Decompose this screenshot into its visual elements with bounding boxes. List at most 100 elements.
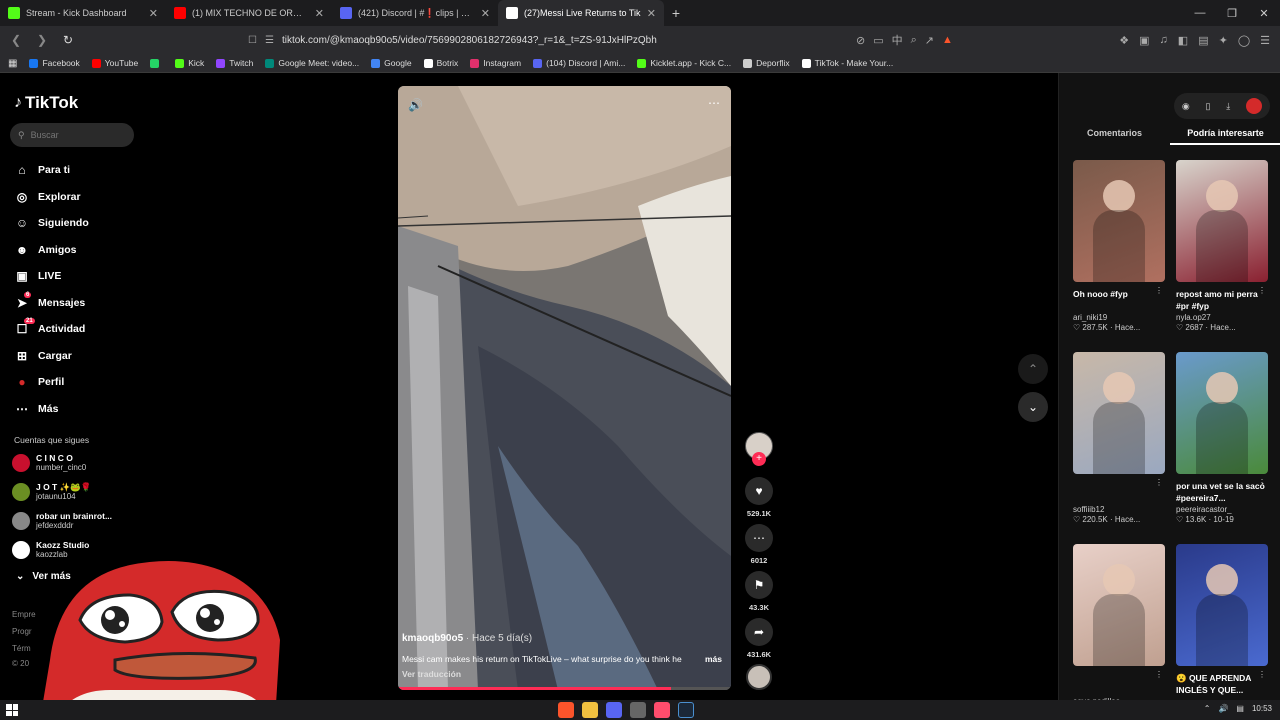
- tab-close-icon[interactable]: ✕: [315, 7, 324, 20]
- video-thumbnail[interactable]: [1073, 544, 1165, 666]
- minimize-button[interactable]: —: [1184, 0, 1216, 26]
- browser-tab[interactable]: (27)Messi Live Returns to Tik ✕: [498, 0, 664, 26]
- card-more-icon[interactable]: ⋮: [1258, 478, 1266, 487]
- bookmark-item[interactable]: Deporflix: [743, 58, 790, 68]
- video-author[interactable]: kmaoqb90o5 · Hace 5 día(s): [402, 633, 532, 644]
- comment-icon[interactable]: ⋯: [745, 524, 773, 552]
- vpn-icon[interactable]: ◯: [1238, 34, 1250, 47]
- tray-chevron-icon[interactable]: ⌃: [1204, 704, 1211, 713]
- previous-video-button[interactable]: ⌃: [1018, 354, 1048, 384]
- heart-icon[interactable]: ♥: [745, 477, 773, 505]
- profile-avatar[interactable]: [1246, 98, 1263, 114]
- card-more-icon[interactable]: ⋮: [1258, 670, 1266, 679]
- nav-item-avatar[interactable]: ● Perfil: [14, 369, 89, 396]
- translate-link[interactable]: Ver traducción: [402, 669, 461, 679]
- music-disc-icon[interactable]: [746, 664, 772, 690]
- recommended-video-card[interactable]: ⋮ soffiiib12 ♡ 220.5K · Hace...: [1073, 352, 1165, 524]
- url-text[interactable]: tiktok.com/@kmaoqb90o5/video/75699028061…: [282, 35, 657, 46]
- nav-item-user-check[interactable]: ☺ Siguiendo: [14, 210, 89, 237]
- followed-account[interactable]: J O T ✨🐸🌹 jotaunu104: [12, 482, 91, 502]
- brave-app-icon[interactable]: [558, 702, 574, 718]
- nav-item-compass[interactable]: ◎ Explorar: [14, 184, 89, 211]
- share-arrow-icon[interactable]: ➦: [745, 618, 773, 646]
- follow-plus-icon[interactable]: +: [752, 452, 766, 466]
- zoom-icon[interactable]: ⌕: [911, 34, 917, 47]
- new-tab-button[interactable]: +: [664, 5, 688, 21]
- tab-close-icon[interactable]: ✕: [481, 7, 490, 20]
- author-handle[interactable]: kmaoqb90o5: [402, 633, 463, 644]
- recommended-video-card[interactable]: ⋮ repost amo mi perra #pr #fyp nyla.op27…: [1176, 160, 1268, 332]
- recommended-video-card[interactable]: ⋮ agus.padillaa ♡ 60.8K · 11-2: [1073, 544, 1165, 716]
- more-link[interactable]: más: [705, 654, 722, 664]
- next-video-button[interactable]: ⌄: [1018, 392, 1048, 422]
- bookmark-icon[interactable]: ⚑: [745, 571, 773, 599]
- menu-icon[interactable]: ☰: [1260, 34, 1270, 47]
- obs-app-icon[interactable]: [630, 702, 646, 718]
- card-more-icon[interactable]: ⋮: [1258, 286, 1266, 295]
- discord-app-icon[interactable]: [606, 702, 622, 718]
- video-thumbnail[interactable]: [1176, 160, 1268, 282]
- video-thumbnail[interactable]: [1176, 352, 1268, 474]
- tab-close-icon[interactable]: ✕: [647, 7, 656, 20]
- compass-icon[interactable]: ◉: [1182, 101, 1190, 112]
- bookmark-item[interactable]: (104) Discord | Ami...: [533, 58, 625, 68]
- video-player[interactable]: 🔊 ⋯ kmaoqb90o5 · Hace 5 día(s) Messi cam…: [398, 86, 731, 690]
- bookmark-item[interactable]: Kicklet.app - Kick C...: [637, 58, 731, 68]
- card-more-icon[interactable]: ⋮: [1155, 286, 1163, 295]
- followed-account[interactable]: C I N C Onumber_cinc0: [12, 453, 86, 473]
- nav-item-inbox[interactable]: ☐ 21 Actividad: [14, 316, 89, 343]
- restore-button[interactable]: ❐: [1216, 0, 1248, 26]
- card-more-icon[interactable]: ⋮: [1155, 478, 1163, 487]
- save-button[interactable]: ⚑ 43.3K: [740, 571, 778, 612]
- share-icon[interactable]: ↗: [925, 34, 934, 47]
- like-button[interactable]: ♥ 529.1K: [740, 477, 778, 518]
- browser-tab[interactable]: (421) Discord | #❗clips | SAPOLIC ✕: [332, 0, 498, 26]
- followed-account[interactable]: robar un brainrot... jefdexdddr: [12, 511, 112, 531]
- brave-shield-icon[interactable]: ▲: [942, 34, 953, 46]
- nav-item-home[interactable]: ⌂ Para ti: [14, 157, 89, 184]
- browser-tab[interactable]: Stream - Kick Dashboard ✕: [0, 0, 166, 26]
- tab-podria-interesarte[interactable]: Podría interesarte: [1170, 125, 1280, 145]
- bookmark-item[interactable]: [150, 58, 163, 68]
- valorant-app-icon[interactable]: [654, 702, 670, 718]
- apps-grid-icon[interactable]: ▦: [8, 58, 17, 69]
- nav-item-live[interactable]: ▣ LIVE: [14, 263, 89, 290]
- bookmark-item[interactable]: Google: [371, 58, 412, 68]
- volume-tray-icon[interactable]: 🔊: [1218, 704, 1228, 713]
- device-icon[interactable]: ▯: [1206, 101, 1211, 112]
- screenshot-icon[interactable]: ▣: [1139, 34, 1149, 47]
- bookmark-item[interactable]: Facebook: [29, 58, 80, 68]
- share-button[interactable]: ➦ 431.6K: [740, 618, 778, 659]
- reload-button[interactable]: ↻: [58, 30, 78, 50]
- nav-item-plus-square[interactable]: ⊞ Cargar: [14, 343, 89, 370]
- card-user[interactable]: peereiracastor_: [1176, 505, 1268, 514]
- creator-avatar[interactable]: +: [740, 432, 778, 466]
- site-settings-icon[interactable]: ☰: [265, 35, 274, 46]
- translate-icon[interactable]: 中: [892, 32, 903, 48]
- bookmark-item[interactable]: Kick: [175, 58, 204, 68]
- comment-button[interactable]: ⋯ 6012: [740, 524, 778, 565]
- tab-close-icon[interactable]: ✕: [149, 7, 158, 20]
- music-disc[interactable]: [740, 664, 778, 690]
- music-icon[interactable]: ♫: [1160, 34, 1168, 46]
- file-explorer-icon[interactable]: [582, 702, 598, 718]
- steam-app-icon[interactable]: [678, 702, 694, 718]
- nav-item-more[interactable]: ⋯ Más: [14, 396, 89, 423]
- nav-item-send[interactable]: ➤ 6 Mensajes: [14, 290, 89, 317]
- bookmark-item[interactable]: TikTok - Make Your...: [801, 58, 893, 68]
- video-progress[interactable]: [398, 687, 731, 690]
- network-icon[interactable]: ▤: [1236, 704, 1244, 713]
- bookmark-item[interactable]: Instagram: [470, 58, 521, 68]
- search-box[interactable]: ⚲: [10, 123, 134, 147]
- bookmark-item[interactable]: YouTube: [91, 58, 138, 68]
- clock[interactable]: 10:53: [1252, 704, 1272, 713]
- video-thumbnail[interactable]: [1176, 544, 1268, 666]
- wallet-icon[interactable]: ▤: [1198, 34, 1208, 47]
- card-more-icon[interactable]: ⋮: [1155, 670, 1163, 679]
- bookmark-icon[interactable]: ☐: [248, 35, 257, 46]
- volume-icon[interactable]: 🔊: [408, 98, 423, 112]
- browser-tab[interactable]: (1) MIX TECHNO DE ORO DE 80's & ✕: [166, 0, 332, 26]
- tab-comentarios[interactable]: Comentarios: [1059, 125, 1170, 145]
- ad-block-icon[interactable]: ⊘: [856, 34, 865, 47]
- video-thumbnail[interactable]: [1073, 352, 1165, 474]
